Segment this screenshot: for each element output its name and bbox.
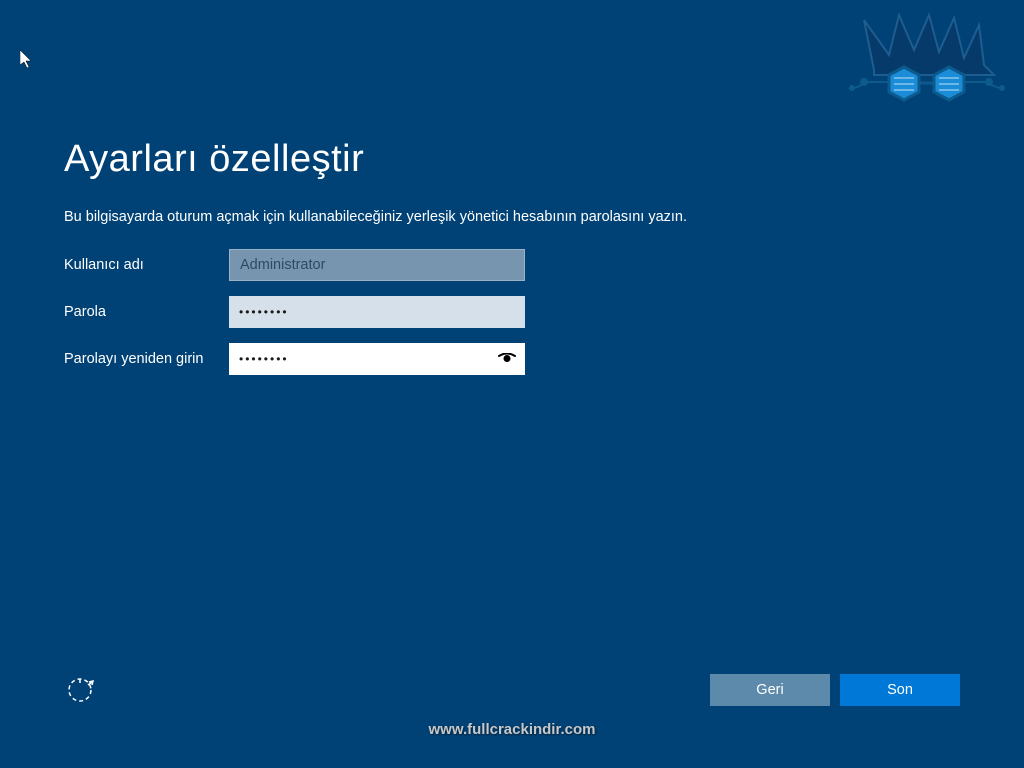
mouse-cursor-icon	[20, 50, 36, 75]
back-button[interactable]: Geri	[710, 674, 830, 706]
footer-bar: Geri Son	[64, 674, 960, 706]
confirm-password-wrapper	[229, 343, 525, 375]
confirm-password-label: Parolayı yeniden girin	[64, 351, 229, 367]
main-content: Ayarları özelleştir Bu bilgisayarda otur…	[64, 138, 960, 390]
username-row: Kullanıcı adı	[64, 249, 960, 281]
page-title: Ayarları özelleştir	[64, 138, 960, 181]
finish-button[interactable]: Son	[840, 674, 960, 706]
watermark-text: www.fullcrackindir.com	[429, 721, 596, 738]
username-label: Kullanıcı adı	[64, 257, 229, 273]
reveal-password-icon[interactable]	[497, 349, 517, 369]
confirm-password-row: Parolayı yeniden girin	[64, 343, 960, 375]
mascot-logo-icon	[844, 10, 1019, 130]
confirm-password-input[interactable]	[229, 343, 525, 375]
ease-of-access-button[interactable]	[64, 674, 96, 706]
password-row: Parola	[64, 296, 960, 328]
username-input	[229, 249, 525, 281]
nav-button-group: Geri Son	[710, 674, 960, 706]
password-input[interactable]	[229, 296, 525, 328]
password-label: Parola	[64, 304, 229, 320]
page-description: Bu bilgisayarda oturum açmak için kullan…	[64, 209, 960, 225]
